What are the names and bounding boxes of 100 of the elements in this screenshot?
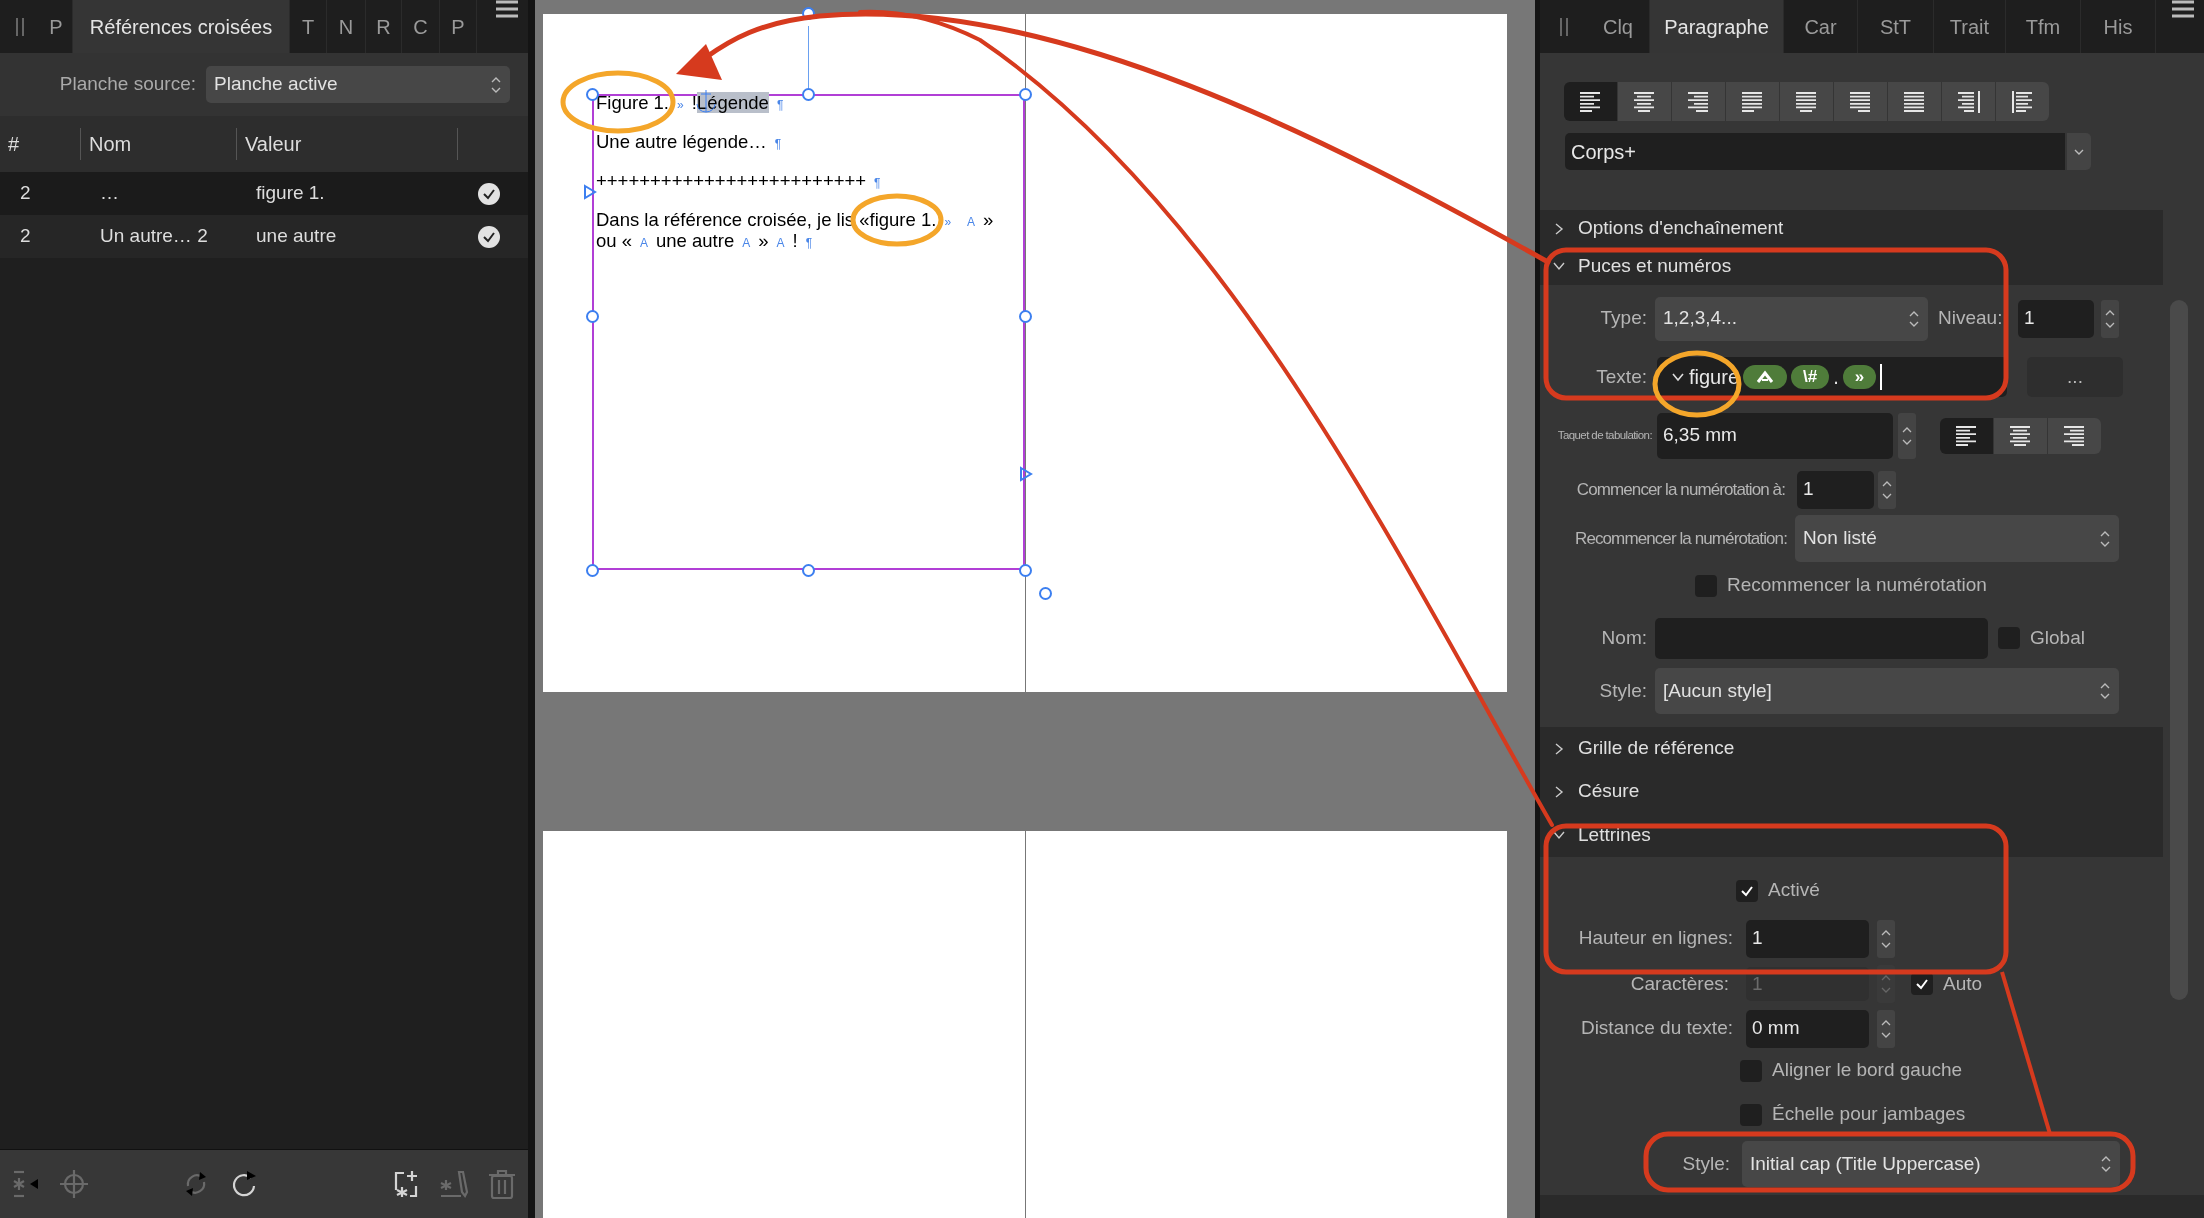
column-header[interactable]: Nom — [80, 128, 236, 160]
field-label: Taquet de tabulation: — [1556, 427, 1652, 443]
align-justify-left-icon — [1741, 90, 1764, 113]
grip-icon[interactable] — [1558, 15, 1569, 38]
alignment-button[interactable] — [1672, 82, 1725, 121]
alignment-button[interactable] — [1888, 82, 1941, 121]
alignment-button[interactable] — [1618, 82, 1671, 121]
more-button[interactable]: ... — [2027, 357, 2123, 397]
text-cursor — [1880, 364, 1883, 390]
dropdown[interactable]: [Aucun style] — [1655, 668, 2119, 714]
input-field[interactable] — [1655, 617, 1988, 659]
align-towards-spine-icon — [1957, 90, 1980, 113]
alignment-button[interactable] — [1996, 82, 2049, 121]
field-label: Style: — [1598, 678, 1647, 703]
align-justify-center-icon — [1795, 90, 1818, 113]
panel-tab[interactable]: Références croisées — [73, 0, 290, 53]
alignment-button[interactable] — [1726, 82, 1779, 121]
selection-handle[interactable] — [1019, 564, 1032, 577]
chevron-icon — [2100, 1154, 2112, 1174]
selection-handle[interactable] — [586, 88, 599, 101]
field-label: Recommencer la numérotation: — [1574, 527, 1787, 550]
body-text-line: Une autre légende… ¶ — [596, 131, 783, 152]
section-header[interactable]: Options d'enchaînement — [1540, 210, 2163, 247]
body-text-line: ou « A une autre A » A ! ¶ — [596, 230, 814, 251]
align-away-from-spine-icon — [2011, 90, 2034, 113]
dropdown-button[interactable] — [2067, 133, 2091, 170]
align-left-icon — [1955, 424, 1978, 447]
field-label: Distance du texte: — [1579, 1016, 1733, 1041]
input-field[interactable]: 6,35 mm — [1657, 412, 1893, 459]
stepper[interactable] — [1878, 470, 1896, 509]
selection-handle[interactable] — [586, 564, 599, 577]
field-label: Planche source: — [58, 72, 196, 97]
dropdown[interactable]: Initial cap (Title Uppercase) — [1742, 1141, 2120, 1187]
field-label: Nom: — [1600, 625, 1647, 650]
selection-handle[interactable] — [1039, 587, 1052, 600]
input-field[interactable]: 1 — [2018, 299, 2094, 338]
panel-tab[interactable]: Paragraphe — [1650, 0, 1784, 53]
column-header[interactable]: Valeur — [236, 128, 457, 160]
field-token[interactable]: \# — [1791, 365, 1830, 389]
stepper[interactable] — [1898, 412, 1916, 459]
input-field[interactable]: 0 mm — [1746, 1009, 1869, 1048]
checkbox[interactable] — [1911, 973, 1933, 995]
check-circle-icon — [477, 182, 501, 207]
paragraph-style-field[interactable]: Corps+ — [1565, 133, 2065, 170]
menu-icon[interactable] — [2172, 0, 2194, 18]
chevron-icon — [2099, 681, 2111, 701]
menu-icon[interactable] — [496, 0, 518, 18]
align-right-icon — [2063, 424, 2086, 447]
stepper[interactable] — [1877, 919, 1895, 958]
field-token[interactable]: » — [1842, 365, 1877, 389]
selection-handle[interactable] — [802, 88, 815, 101]
field-label: Texte: — [1595, 364, 1647, 389]
alignment-button[interactable] — [1942, 82, 1995, 121]
section-header[interactable]: Grille de référence — [1540, 727, 2163, 770]
selection-handle[interactable] — [1019, 88, 1032, 101]
checkbox-label: Recommencer la numérotation — [1727, 573, 1987, 598]
checkbox-label: Auto — [1943, 971, 1983, 996]
input-field[interactable]: 1 — [1746, 919, 1869, 958]
check-circle-icon — [477, 225, 501, 250]
table-cell: … — [100, 182, 119, 204]
table-cell: une autre — [256, 225, 337, 247]
section-header[interactable]: Césure — [1540, 770, 2163, 813]
column-header[interactable]: # — [0, 128, 80, 160]
align-right-icon — [1687, 90, 1710, 113]
dropdown[interactable]: Non listé — [1795, 515, 2119, 562]
alignment-button[interactable] — [1834, 82, 1887, 121]
align-justify-all-icon — [1903, 90, 1926, 113]
alignment-button[interactable] — [2048, 417, 2101, 454]
source-dropdown[interactable]: Planche active — [206, 66, 510, 103]
dropdown[interactable]: 1,2,3,4... — [1655, 296, 1928, 341]
body-text-line: +++++++++++++++++++++++++ ¶ — [596, 170, 882, 191]
align-center-icon — [2009, 424, 2032, 447]
input-field[interactable]: 1 — [1797, 470, 1874, 509]
section-header[interactable]: Puces et numéros — [1540, 247, 2163, 285]
field-label: Commencer la numérotation à: — [1575, 478, 1785, 501]
field-token[interactable] — [1743, 365, 1788, 389]
checkbox[interactable] — [1736, 879, 1758, 902]
table-cell: figure 1. — [256, 182, 325, 204]
alignment-button[interactable] — [1564, 82, 1617, 121]
stepper[interactable] — [2101, 299, 2119, 338]
alignment-button[interactable] — [1994, 417, 2047, 454]
text-flow-icon[interactable] — [1019, 466, 1033, 482]
align-left-icon — [1579, 90, 1602, 113]
checkbox-label: Global — [2030, 625, 2085, 650]
table-cell: Un autre… 2 — [100, 225, 208, 247]
table-cell: 2 — [20, 182, 31, 204]
field-label: Type: — [1599, 306, 1647, 331]
grip-icon[interactable] — [15, 15, 25, 38]
stepper[interactable] — [1877, 1009, 1895, 1048]
field-label: Caractères: — [1629, 971, 1729, 996]
alignment-button[interactable] — [1940, 417, 1993, 454]
alignment-button[interactable] — [1780, 82, 1833, 121]
selection-handle[interactable] — [802, 564, 815, 577]
bullet-text: . — [1833, 365, 1839, 390]
selection-handle[interactable] — [586, 310, 599, 323]
text-flow-icon[interactable] — [583, 184, 597, 200]
caret-icon — [1755, 370, 1776, 384]
checkbox-label: Activé — [1768, 878, 1820, 903]
selection-handle[interactable] — [1019, 310, 1032, 323]
section-header[interactable]: Lettrines — [1540, 813, 2163, 857]
